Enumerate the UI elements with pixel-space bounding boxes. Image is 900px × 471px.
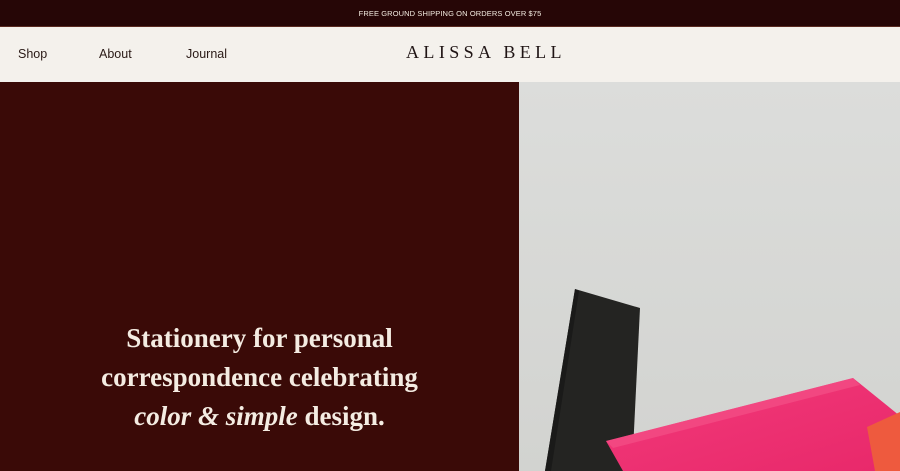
stationery-envelopes-photo — [519, 82, 900, 471]
brand-logo-text: ALISSA BELL — [406, 42, 566, 62]
hero-photo — [519, 82, 900, 471]
headline-ampersand: & — [197, 401, 219, 431]
hero-panel: Stationery for personal correspondence c… — [0, 82, 519, 471]
headline-word-design: design. — [304, 401, 385, 431]
announcement-bar: FREE GROUND SHIPPING ON ORDERS OVER $75 — [0, 0, 900, 26]
brand-logo[interactable]: ALISSA BELL — [0, 42, 900, 63]
headline-word-color: color — [134, 401, 192, 431]
headline-line-1: Stationery for personal — [126, 323, 393, 353]
site-header: Shop About Journal ALISSA BELL — [0, 27, 900, 82]
headline-word-simple: simple — [225, 401, 298, 431]
hero-headline: Stationery for personal correspondence c… — [0, 319, 519, 436]
headline-line-2: correspondence celebrating — [101, 362, 418, 392]
announcement-text: FREE GROUND SHIPPING ON ORDERS OVER $75 — [358, 8, 542, 18]
